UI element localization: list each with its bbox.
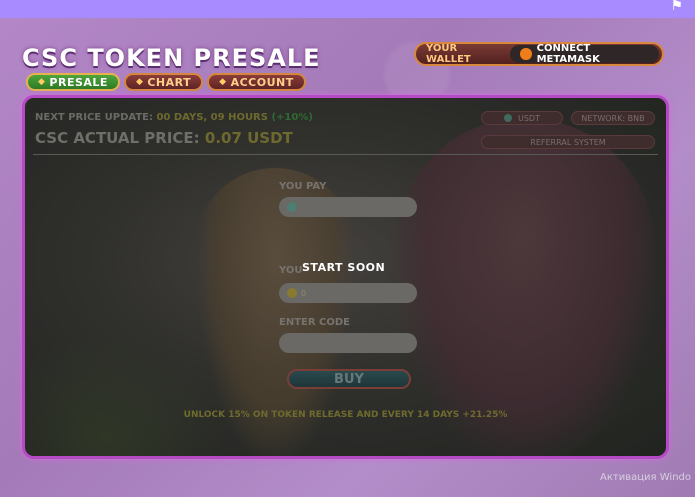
actual-price-label: CSC ACTUAL PRICE:: [35, 129, 200, 147]
you-get-label: YOU: [279, 265, 303, 276]
next-price-update: NEXT PRICE UPDATE: 00 DAYS, 09 HOURS (+1…: [35, 112, 313, 123]
top-bar: ⚑: [0, 0, 695, 18]
connect-metamask-button[interactable]: CONNECT METAMASK: [510, 43, 659, 65]
token-select-label: USDT: [518, 113, 540, 123]
buy-label: BUY: [334, 371, 364, 387]
tab-chart-label: CHART: [147, 75, 192, 89]
you-get-input[interactable]: 0: [279, 283, 417, 303]
page-title: CSC TOKEN PRESALE: [22, 44, 321, 72]
buy-button[interactable]: BUY: [287, 369, 411, 389]
tab-chart[interactable]: ◆ CHART: [123, 73, 204, 91]
tab-presale[interactable]: ◆ PRESALE: [26, 73, 120, 91]
usdt-icon: [287, 202, 297, 212]
tab-chart-icon: ◆: [135, 77, 144, 87]
you-pay-input[interactable]: [279, 197, 417, 217]
token-select-chip[interactable]: USDT: [481, 111, 563, 125]
tab-presale-icon: ◆: [38, 77, 46, 87]
unlock-info: UNLOCK 15% ON TOKEN RELEASE AND EVERY 14…: [183, 410, 508, 420]
network-label: NETWORK: BNB: [581, 113, 645, 123]
csc-coin-icon: [287, 288, 297, 298]
referral-system-button[interactable]: REFERRAL SYSTEM: [481, 135, 655, 149]
tab-account-icon: ◆: [219, 77, 227, 87]
next-update-change: (+10%): [271, 112, 313, 123]
enter-code-label: ENTER CODE: [279, 317, 351, 328]
network-chip[interactable]: NETWORK: BNB: [571, 111, 655, 125]
you-pay-label: YOU PAY: [279, 181, 327, 192]
tab-account-label: ACCOUNT: [230, 75, 294, 89]
next-update-value: 00 DAYS, 09 HOURS: [156, 112, 268, 123]
presale-panel: NEXT PRICE UPDATE: 00 DAYS, 09 HOURS (+1…: [22, 95, 669, 459]
actual-price-value: 0.07 USDT: [204, 129, 293, 147]
flag-icon[interactable]: ⚑: [670, 0, 683, 14]
wallet-bar: YOUR WALLET CONNECT METAMASK: [414, 42, 664, 66]
actual-price: CSC ACTUAL PRICE: 0.07 USDT: [35, 129, 293, 147]
disabled-overlay: [25, 98, 666, 456]
next-update-label: NEXT PRICE UPDATE:: [35, 112, 153, 123]
you-get-value: 0: [301, 288, 307, 298]
tab-presale-label: PRESALE: [49, 75, 108, 89]
enter-code-input[interactable]: [279, 333, 417, 353]
windows-activation-watermark: Активация Windo: [600, 472, 691, 483]
referral-system-label: REFERRAL SYSTEM: [530, 137, 606, 147]
usdt-icon: [504, 114, 512, 122]
start-soon-text: START SOON: [302, 261, 386, 274]
wallet-label: YOUR WALLET: [426, 43, 471, 65]
tab-bar: ◆ PRESALE ◆ CHART ◆ ACCOUNT: [26, 73, 306, 91]
divider: [33, 154, 658, 155]
metamask-fox-icon: [520, 48, 532, 60]
connect-metamask-label: CONNECT METAMASK: [536, 43, 600, 65]
tab-account[interactable]: ◆ ACCOUNT: [207, 73, 306, 91]
